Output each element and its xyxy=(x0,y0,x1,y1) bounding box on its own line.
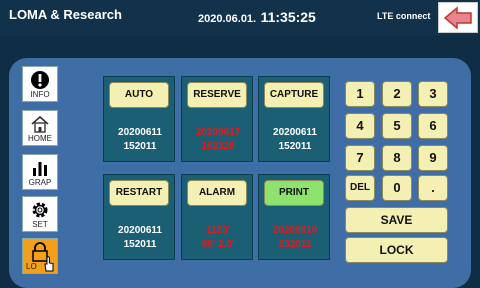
capture-cell: CAPTURE 20200611 152011 xyxy=(258,76,330,162)
capture-button[interactable]: CAPTURE xyxy=(264,82,324,108)
key-8[interactable]: 8 xyxy=(382,145,412,171)
home-icon xyxy=(31,115,49,133)
save-button[interactable]: SAVE xyxy=(345,207,448,233)
back-arrow-icon xyxy=(443,6,472,30)
lock-side-button[interactable]: LO xyxy=(22,238,58,274)
restart-button[interactable]: RESTART xyxy=(109,180,169,206)
key-6[interactable]: 6 xyxy=(418,113,448,139)
auto-date: 20200611 xyxy=(118,127,162,138)
date-time: 2020.06.01. 11:35:25 xyxy=(198,9,316,27)
settings-button[interactable]: SET xyxy=(22,196,58,232)
connection-status: LTE connect xyxy=(377,11,431,21)
home-label: HOME xyxy=(28,134,52,143)
auto-button[interactable]: AUTO xyxy=(109,82,169,108)
alarm-value-1: 1123' xyxy=(205,225,231,236)
info-label: INFO xyxy=(30,90,50,99)
key-4[interactable]: 4 xyxy=(345,113,375,139)
print-button[interactable]: PRINT xyxy=(264,180,324,206)
bar-chart-icon xyxy=(33,162,47,176)
alarm-button[interactable]: ALARM xyxy=(187,180,247,206)
key-9[interactable]: 9 xyxy=(418,145,448,171)
reserve-date: 20200617 xyxy=(195,127,241,138)
print-date: 20200610 xyxy=(272,225,318,236)
current-time: 11:35:25 xyxy=(260,9,316,25)
key-decimal[interactable]: . xyxy=(418,175,448,201)
graph-button[interactable]: GRAP xyxy=(22,154,58,190)
reserve-time: 162328 xyxy=(201,141,235,152)
restart-date: 20200611 xyxy=(118,225,162,236)
alarm-cell: ALARM 1123' 88' 2.0' xyxy=(181,174,253,260)
current-date: 2020.06.01. xyxy=(198,13,257,25)
lock-button[interactable]: LOCK xyxy=(345,237,448,263)
key-delete[interactable]: DEL xyxy=(345,175,375,201)
alarm-value-2: 88' 2.0' xyxy=(201,239,235,250)
key-1[interactable]: 1 xyxy=(345,81,375,107)
app-title: LOMA & Research xyxy=(9,7,122,22)
capture-date: 20200611 xyxy=(273,127,317,138)
exclamation-icon xyxy=(31,71,49,89)
info-button[interactable]: INFO xyxy=(22,66,58,102)
key-3[interactable]: 3 xyxy=(418,81,448,107)
back-button[interactable] xyxy=(438,2,478,33)
auto-time: 152011 xyxy=(123,141,157,152)
home-button[interactable]: HOME xyxy=(22,110,58,146)
print-cell: PRINT 20200610 232011 xyxy=(258,174,330,260)
graph-label: GRAP xyxy=(28,178,52,187)
top-bar: LOMA & Research 2020.06.01. 11:35:25 LTE… xyxy=(0,0,480,36)
capture-time: 152011 xyxy=(278,141,312,152)
auto-cell: AUTO 20200611 152011 xyxy=(103,76,175,162)
reserve-button[interactable]: RESERVE xyxy=(187,82,247,108)
key-7[interactable]: 7 xyxy=(345,145,375,171)
gear-icon xyxy=(32,202,48,218)
key-5[interactable]: 5 xyxy=(382,113,412,139)
restart-cell: RESTART 20200611 152011 xyxy=(103,174,175,260)
reserve-cell: RESERVE 20200617 162328 xyxy=(181,76,253,162)
settings-label: SET xyxy=(32,220,48,229)
restart-time: 152011 xyxy=(123,239,157,250)
key-2[interactable]: 2 xyxy=(382,81,412,107)
key-0[interactable]: 0 xyxy=(382,175,412,201)
print-time: 232011 xyxy=(278,239,312,250)
